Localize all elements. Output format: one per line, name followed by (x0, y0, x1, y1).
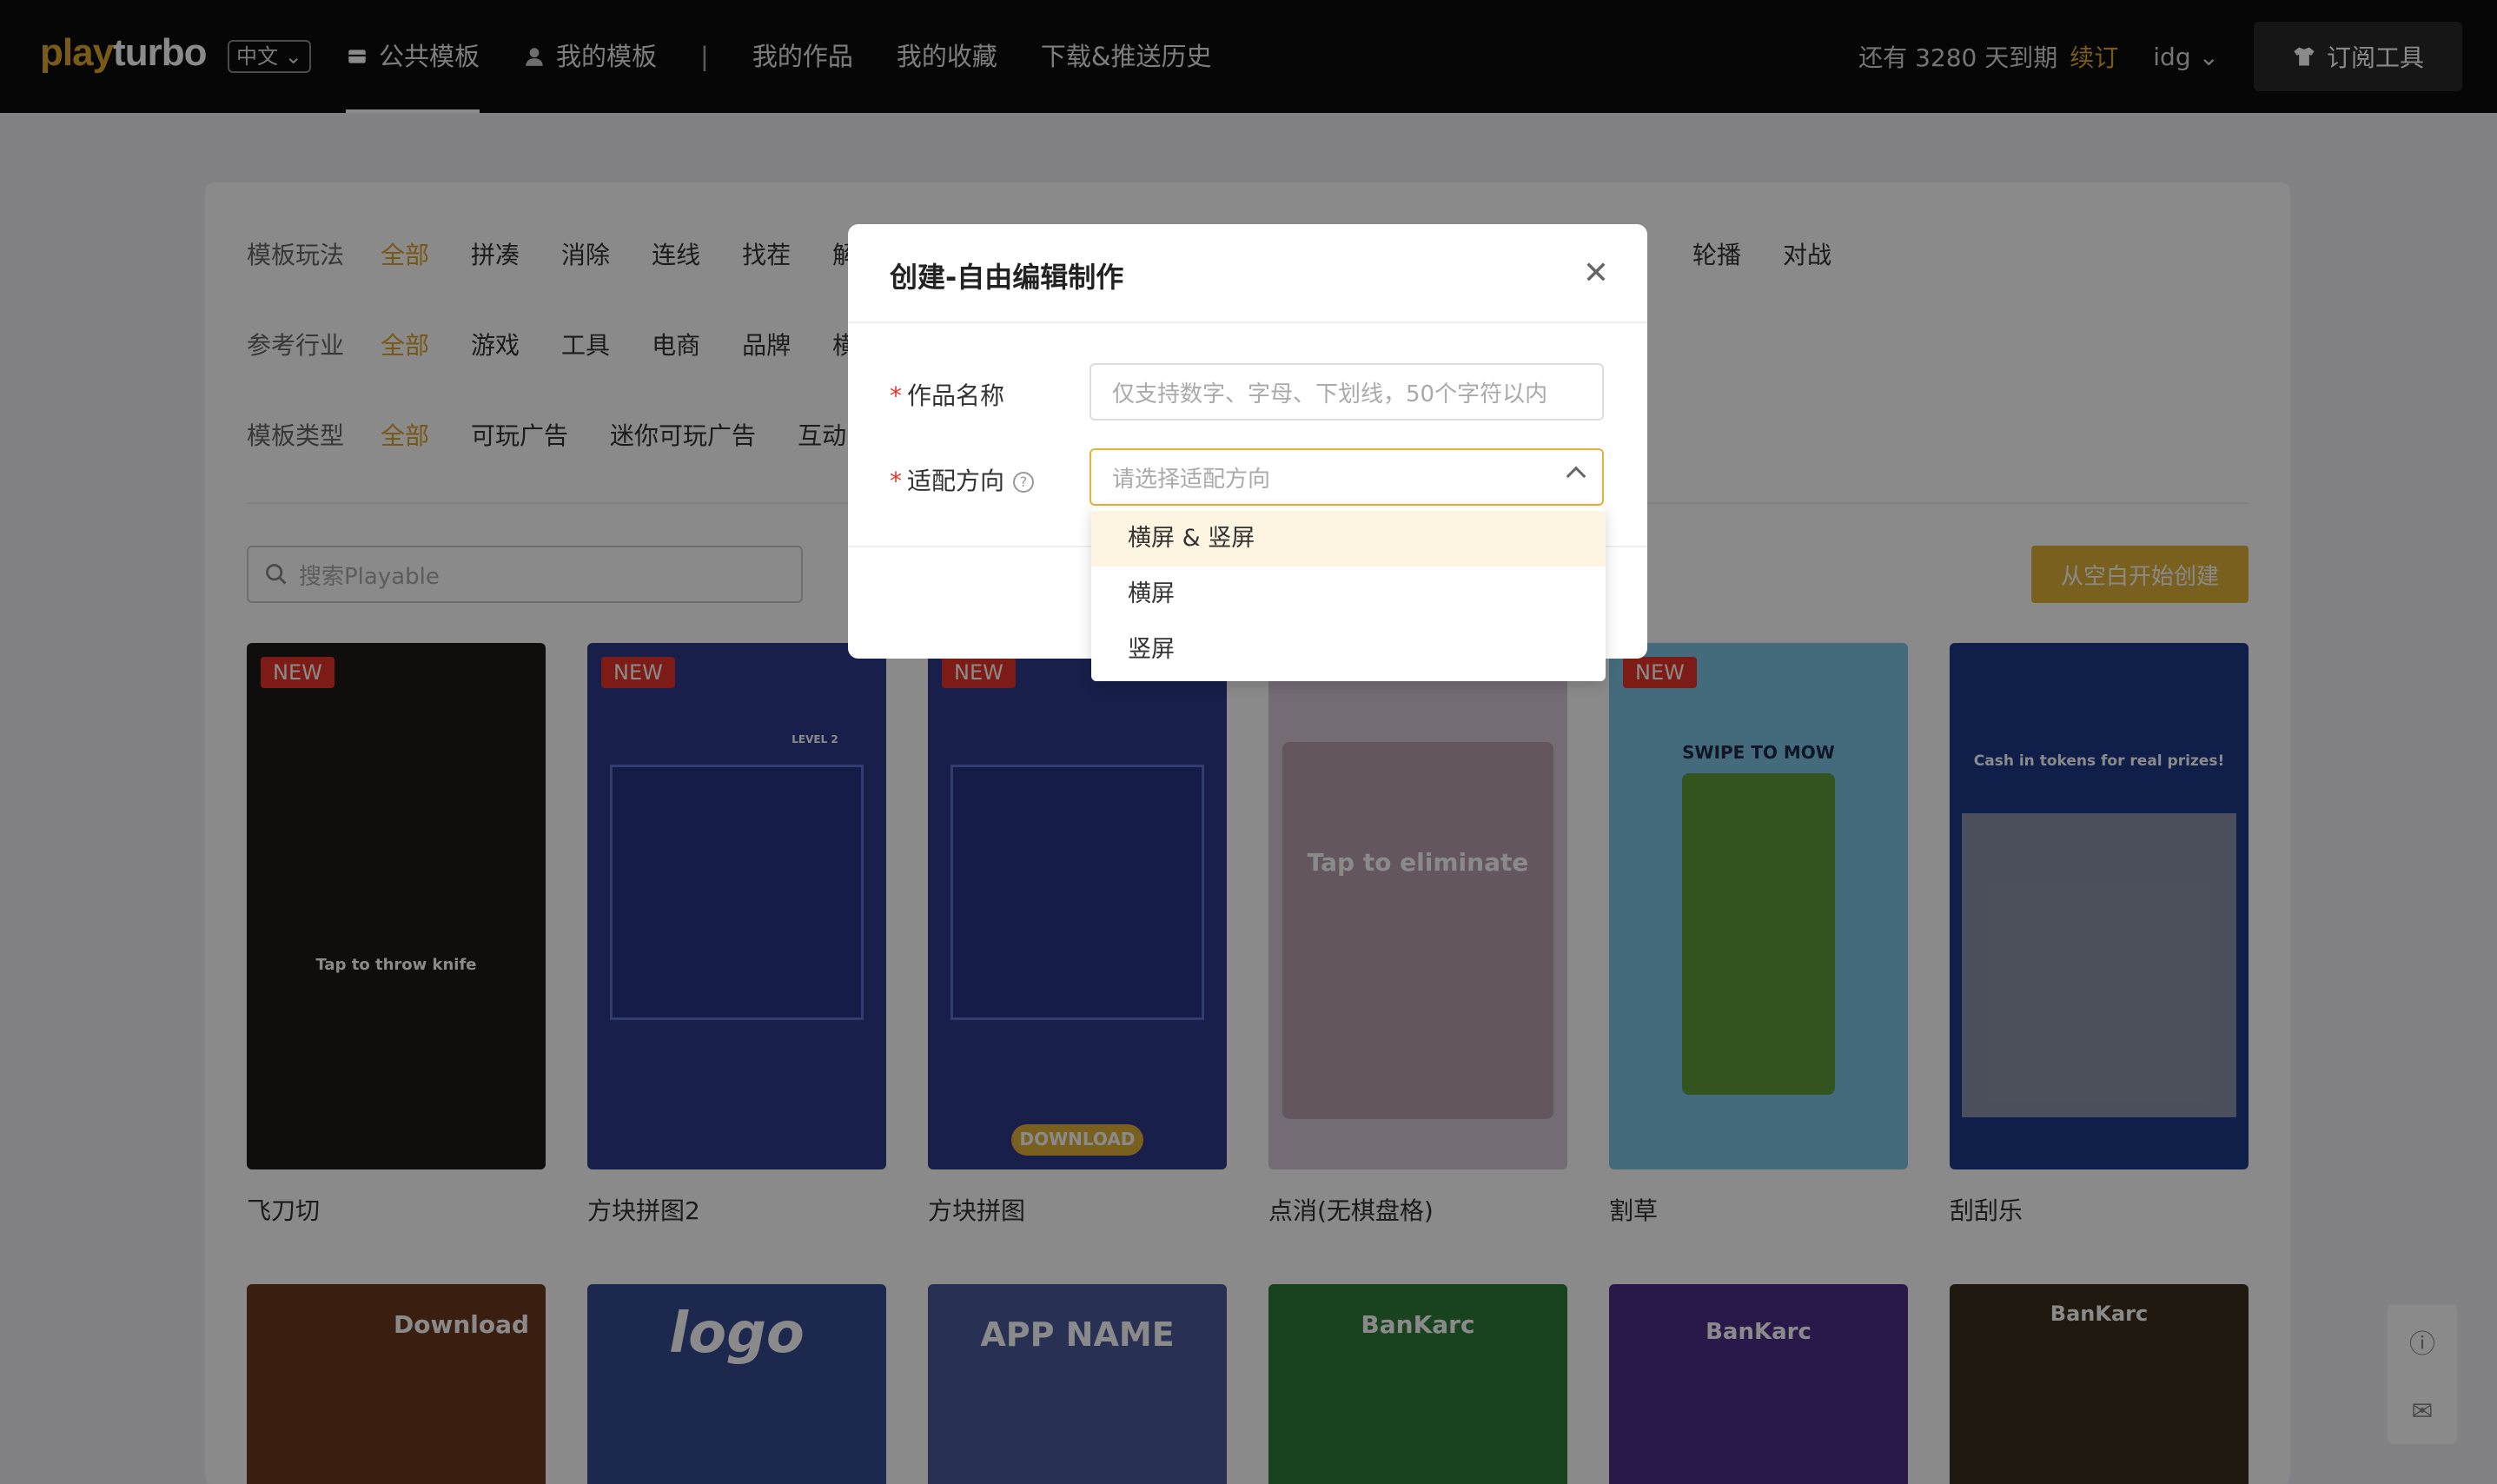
modal-title: 创建-自由编辑制作 (890, 261, 1124, 294)
close-icon[interactable]: ✕ (1583, 255, 1609, 291)
orientation-placeholder: 请选择适配方向 (1112, 466, 1271, 493)
orientation-select[interactable]: 请选择适配方向 (1090, 448, 1604, 506)
work-name-input[interactable]: 仅支持数字、字母、下划线，50个字符以内 (1090, 363, 1604, 421)
name-label: * 作品名称 (890, 381, 1005, 410)
divider (848, 321, 1647, 323)
option-landscape[interactable]: 横屏 (1091, 566, 1606, 622)
name-placeholder: 仅支持数字、字母、下划线，50个字符以内 (1112, 381, 1548, 407)
modal-overlay[interactable] (0, 0, 2497, 1484)
option-portrait[interactable]: 竖屏 (1091, 622, 1606, 678)
orientation-label: * 适配方向? (890, 462, 1035, 497)
orientation-dropdown: 横屏 & 竖屏 横屏 竖屏 (1091, 507, 1606, 681)
chevron-up-icon (1566, 466, 1586, 487)
help-icon[interactable]: ? (1013, 472, 1035, 493)
option-both[interactable]: 横屏 & 竖屏 (1091, 511, 1606, 566)
